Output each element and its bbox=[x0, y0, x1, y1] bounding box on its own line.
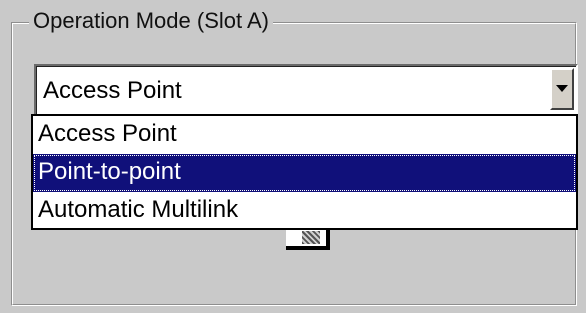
chevron-down-icon bbox=[556, 85, 568, 92]
obscured-control bbox=[286, 230, 330, 250]
option-automatic-multilink[interactable]: Automatic Multilink bbox=[33, 192, 576, 230]
option-point-to-point[interactable]: Point-to-point bbox=[33, 154, 576, 192]
operation-mode-dropdown-list[interactable]: Access Point Point-to-point Automatic Mu… bbox=[31, 114, 578, 230]
dropdown-toggle-button[interactable] bbox=[550, 68, 574, 110]
group-title: Operation Mode (Slot A) bbox=[29, 6, 274, 36]
option-access-point[interactable]: Access Point bbox=[33, 116, 576, 154]
combo-selected-value: Access Point bbox=[43, 77, 182, 104]
operation-mode-combo[interactable]: Access Point bbox=[34, 64, 578, 116]
slider-knob-icon bbox=[302, 231, 320, 244]
combo-field[interactable]: Access Point bbox=[36, 66, 576, 114]
